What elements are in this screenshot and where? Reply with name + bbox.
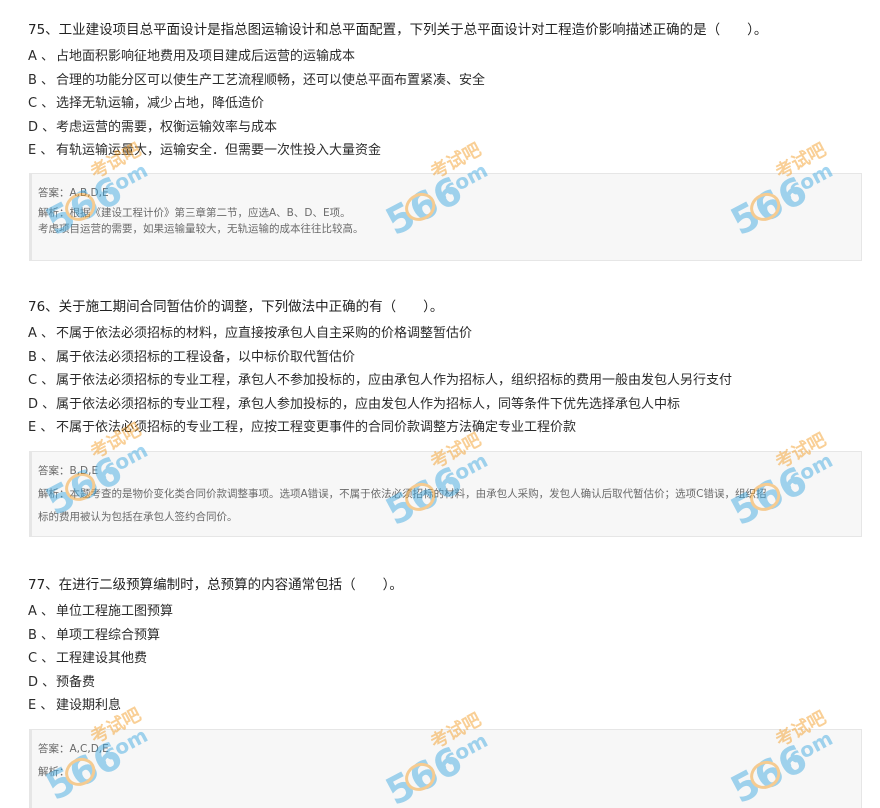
option-c: C 、工程建设其他费 xyxy=(28,649,173,673)
answer-text: 答案：A,B,D,E xyxy=(38,187,109,199)
option-a: A 、占地面积影响征地费用及项目建成后运营的运输成本 xyxy=(28,47,485,71)
option-text: 属于依法必须招标的专业工程，承包人参加投标的，应由发包人作为招标人，同等条件下优… xyxy=(56,396,681,412)
option-text: 预备费 xyxy=(56,674,96,690)
option-c: C 、选择无轨运输，减少占地，降低造价 xyxy=(28,94,485,118)
option-e: E 、不属于依法必须招标的专业工程，应按工程变更事件的合同价款调整方法确定专业工… xyxy=(28,418,732,442)
option-text: 单项工程综合预算 xyxy=(56,627,161,643)
option-text: 合理的功能分区可以使生产工艺流程顺畅，还可以使总平面布置紧凑、安全 xyxy=(56,72,486,88)
option-letter: E 、 xyxy=(28,143,54,159)
option-list: A 、单位工程施工图预算 B 、单项工程综合预算 C 、工程建设其他费 D 、预… xyxy=(28,602,173,720)
option-text: 建设期利息 xyxy=(56,698,122,714)
option-text: 有轨运输运量大，运输安全．但需要一次性投入大量资金 xyxy=(56,143,382,159)
option-a: A 、单位工程施工图预算 xyxy=(28,602,173,626)
option-text: 属于依法必须招标的工程设备，以中标价取代暂估价 xyxy=(56,349,356,365)
option-letter: E 、 xyxy=(28,420,54,436)
option-c: C 、属于依法必须招标的专业工程，承包人不参加投标的，应由承包人作为招标人，组织… xyxy=(28,371,732,395)
answer-analysis-box: 答案：A,B,D,E 解析：根据《建设工程计价》第三章第二节，应选A、B、D、E… xyxy=(29,173,862,261)
option-letter: C 、 xyxy=(28,96,55,112)
analysis-text: 解析：本题考查的是物价变化类合同价款调整事项。选项A错误，不属于依法必须招标的材… xyxy=(38,488,767,500)
option-letter: C 、 xyxy=(28,651,55,667)
option-b: B 、单项工程综合预算 xyxy=(28,626,173,650)
option-d: D 、属于依法必须招标的专业工程，承包人参加投标的，应由发包人作为招标人，同等条… xyxy=(28,395,732,419)
option-text: 工程建设其他费 xyxy=(56,651,148,667)
option-list: A 、不属于依法必须招标的材料，应直接按承包人自主采购的价格调整暂估价 B 、属… xyxy=(28,324,732,442)
option-text: 不属于依法必须招标的材料，应直接按承包人自主采购的价格调整暂估价 xyxy=(56,326,473,341)
option-e: E 、建设期利息 xyxy=(28,696,173,720)
analysis-text: 考虑项目运营的需要，如果运输量较大，无轨运输的成本往往比较高。 xyxy=(38,223,364,235)
option-letter: B 、 xyxy=(28,349,55,365)
analysis-text: 解析： xyxy=(38,766,70,778)
option-letter: D 、 xyxy=(28,674,56,690)
option-letter: A 、 xyxy=(28,604,55,619)
option-letter: B 、 xyxy=(28,72,55,88)
answer-text: 答案：B,D,E xyxy=(38,465,99,477)
question-stem: 76、关于施工期间合同暂估价的调整，下列做法中正确的有（ ）。 xyxy=(28,299,444,315)
option-b: B 、属于依法必须招标的工程设备，以中标价取代暂估价 xyxy=(28,348,732,372)
option-letter: D 、 xyxy=(28,396,56,412)
option-a: A 、不属于依法必须招标的材料，应直接按承包人自主采购的价格调整暂估价 xyxy=(28,324,732,348)
answer-text: 答案：A,C,D,E xyxy=(38,743,109,755)
option-text: 考虑运营的需要，权衡运输效率与成本 xyxy=(56,119,278,135)
option-text: 占地面积影响征地费用及项目建成后运营的运输成本 xyxy=(56,49,356,64)
option-letter: A 、 xyxy=(28,49,55,64)
option-letter: A 、 xyxy=(28,326,55,341)
option-letter: B 、 xyxy=(28,627,55,643)
option-d: D 、考虑运营的需要，权衡运输效率与成本 xyxy=(28,118,485,142)
option-text: 不属于依法必须招标的专业工程，应按工程变更事件的合同价款调整方法确定专业工程价款 xyxy=(56,420,577,436)
option-letter: D 、 xyxy=(28,119,56,135)
option-text: 单位工程施工图预算 xyxy=(56,604,174,619)
answer-analysis-box: 答案：B,D,E 解析：本题考查的是物价变化类合同价款调整事项。选项A错误，不属… xyxy=(29,451,862,537)
option-b: B 、合理的功能分区可以使生产工艺流程顺畅，还可以使总平面布置紧凑、安全 xyxy=(28,71,485,95)
option-e: E 、有轨运输运量大，运输安全．但需要一次性投入大量资金 xyxy=(28,141,485,165)
analysis-text: 标的费用被认为包括在承包人签约合同价。 xyxy=(38,511,238,523)
option-text: 属于依法必须招标的专业工程，承包人不参加投标的，应由承包人作为招标人，组织招标的… xyxy=(56,373,733,389)
question-stem: 77、在进行二级预算编制时，总预算的内容通常包括（ ）。 xyxy=(28,577,403,593)
option-list: A 、占地面积影响征地费用及项目建成后运营的运输成本 B 、合理的功能分区可以使… xyxy=(28,47,485,165)
answer-analysis-box: 答案：A,C,D,E 解析： xyxy=(29,729,862,808)
option-d: D 、预备费 xyxy=(28,673,173,697)
option-letter: C 、 xyxy=(28,373,55,389)
question-stem: 75、工业建设项目总平面设计是指总图运输设计和总平面配置，下列关于总平面设计对工… xyxy=(28,22,768,38)
option-text: 选择无轨运输，减少占地，降低造价 xyxy=(56,96,265,112)
option-letter: E 、 xyxy=(28,698,54,714)
